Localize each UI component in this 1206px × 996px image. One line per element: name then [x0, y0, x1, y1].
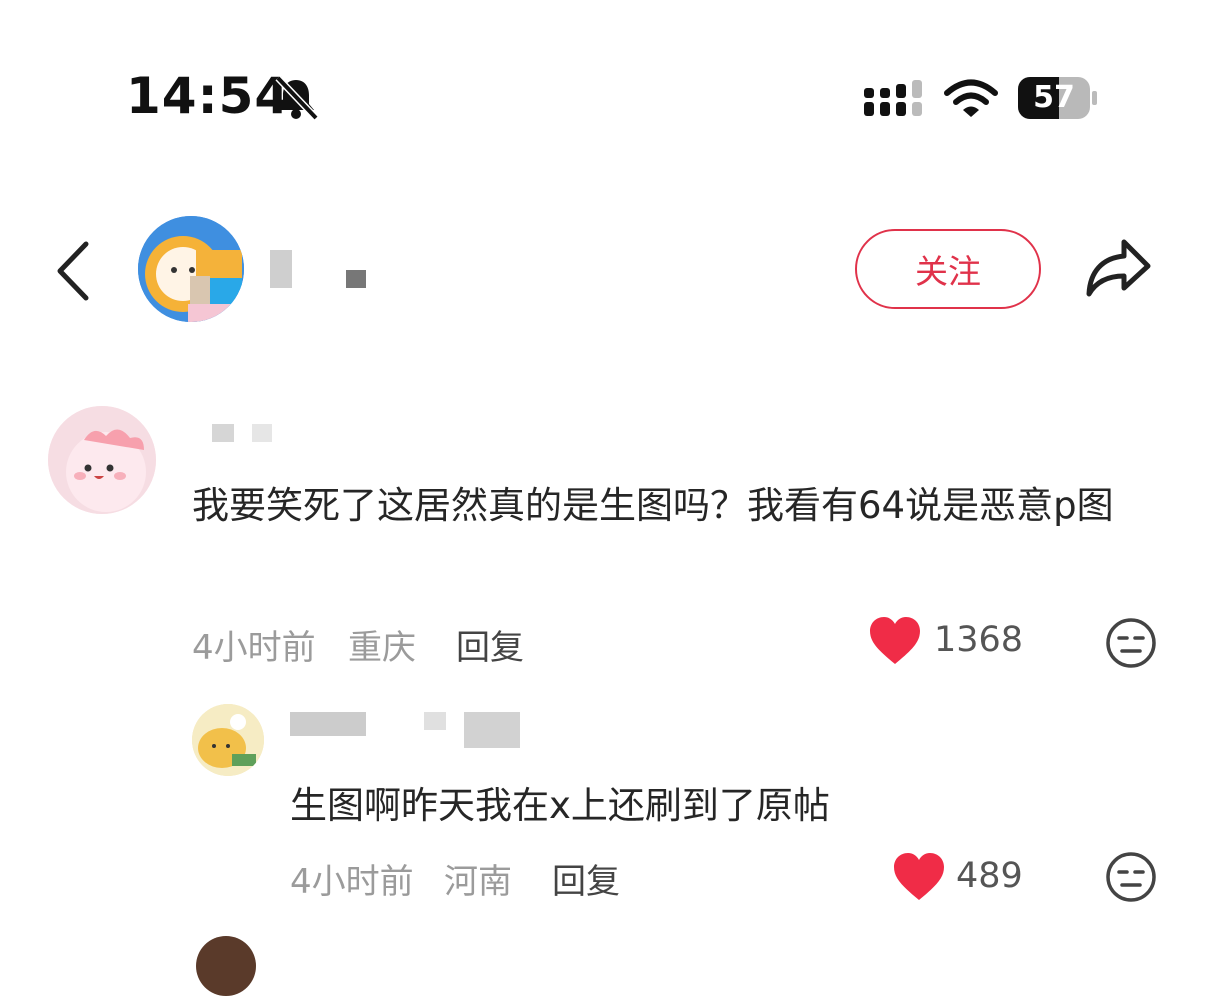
reply-button[interactable]: 回复 [552, 854, 620, 903]
emoji-reaction-icon[interactable] [1104, 850, 1158, 904]
emoji-reaction-icon[interactable] [1104, 616, 1158, 670]
yellow-character-illustration [192, 704, 264, 776]
reply-button[interactable]: 回复 [456, 620, 524, 669]
commenter-name-redacted [212, 424, 234, 442]
comment-item: 我要笑死了这居然真的是生图吗？我看有64说是恶意p图 4小时前 重庆 回复 13… [0, 380, 1206, 680]
replier-name-redacted-2 [424, 712, 446, 730]
comment-location: 重庆 [348, 628, 416, 668]
battery-indicator: 57 [1018, 77, 1097, 119]
wifi-icon [944, 79, 998, 117]
like-count: 489 [956, 856, 1023, 896]
reply-item: 生图啊昨天我在x上还刷到了原帖 4小时前 河南 回复 489 [0, 700, 1206, 920]
commenter-name-redacted-2 [252, 424, 272, 442]
reply-time: 4小时前 [290, 862, 414, 902]
battery-level: 57 [1033, 80, 1075, 115]
author-name-redacted [270, 250, 292, 288]
author-avatar[interactable] [138, 216, 244, 322]
lion-avatar-illustration [138, 216, 244, 322]
reply-location: 河南 [444, 862, 512, 902]
comment-text: 我要笑死了这居然真的是生图吗？我看有64说是恶意p图 [192, 484, 1114, 527]
heart-icon[interactable] [868, 616, 922, 666]
reply-text: 生图啊昨天我在x上还刷到了原帖 [290, 784, 830, 827]
like-count: 1368 [934, 620, 1024, 660]
back-chevron-icon[interactable] [52, 238, 94, 304]
status-time: 14:54 [126, 67, 291, 125]
replier-avatar[interactable] [192, 704, 264, 776]
share-icon[interactable] [1084, 236, 1154, 300]
replier-name-redacted [290, 712, 366, 736]
commenter-avatar[interactable] [48, 406, 156, 514]
heart-icon[interactable] [892, 852, 946, 902]
pink-character-illustration [48, 406, 156, 514]
bell-muted-icon [275, 76, 319, 120]
follow-button[interactable]: 关注 [855, 229, 1041, 309]
next-comment-avatar[interactable] [196, 936, 256, 996]
author-name-redacted-2 [346, 270, 366, 288]
replier-name-redacted-3 [464, 712, 520, 748]
comment-time: 4小时前 [192, 628, 316, 668]
cellular-signal-icon [864, 80, 922, 116]
